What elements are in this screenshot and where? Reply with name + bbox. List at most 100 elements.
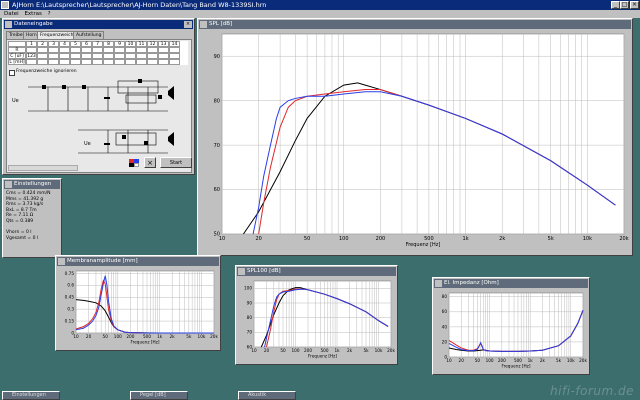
spl100-title: SPL100 [dB] — [237, 267, 396, 276]
maximize-button[interactable]: □ — [620, 1, 629, 9]
y-tick-label: 60 — [214, 187, 220, 193]
x-tick-label: 2k — [499, 236, 505, 242]
grid-cell[interactable] — [59, 59, 70, 65]
close-button[interactable]: × — [630, 1, 639, 9]
grid-cell[interactable] — [26, 59, 37, 65]
grid-cell[interactable] — [103, 59, 114, 65]
grid-cell[interactable] — [136, 59, 147, 65]
app-title: AJHorn E:\Lautsprecher\Lautsprecher\AJ-H… — [12, 1, 267, 9]
x-tick-label: 10k — [198, 334, 206, 339]
x-tick-label: 100 — [114, 334, 122, 339]
close-icon[interactable]: × — [184, 21, 192, 28]
minimized-title-1: Einstellungen — [3, 392, 59, 399]
x-tick-label: 20 — [264, 348, 270, 353]
x-tick-label: 20k — [619, 236, 628, 242]
spl-title-text: SPL [dB] — [209, 21, 233, 27]
excursion-title: Membranamplitude [mm] — [57, 257, 219, 266]
params-title: Einstellungen — [4, 180, 60, 189]
crossover-schematic: Ue Ue — [12, 79, 174, 154]
progress-bar — [8, 165, 78, 171]
watermark: hifi-forum.de — [550, 384, 634, 398]
x-tick-label: 10 — [219, 236, 225, 242]
menu-item-help[interactable]: ? — [48, 11, 51, 17]
x-tick-label: 50 — [475, 358, 481, 363]
grid-cell[interactable] — [169, 59, 180, 65]
x-tick-label: 50 — [304, 236, 310, 242]
y-tick-label: 0.45 — [65, 295, 75, 300]
minimized-window-2[interactable]: Pegel [dB] — [130, 391, 188, 400]
x-tick-label: 10 — [446, 358, 452, 363]
impedance-title: El. Impedanz [Ohm] — [434, 279, 588, 288]
x-tick-label: 5k — [186, 334, 192, 339]
y-tick-label: 20 — [442, 339, 448, 344]
clear-button[interactable]: × — [144, 157, 156, 168]
x-tick-label: 5k — [556, 358, 562, 363]
y-tick-label: 70 — [214, 143, 220, 149]
x-tick-label: 50 — [103, 334, 109, 339]
ue-label-top: Ue — [12, 98, 19, 104]
y-tick-label: 0.75 — [65, 271, 75, 276]
y-tick-label: 40 — [442, 324, 448, 329]
x-tick-label: 20 — [255, 236, 261, 242]
y-tick-label: 70 — [247, 330, 253, 335]
grid-cell[interactable] — [81, 59, 92, 65]
x-axis-label: Frequenz [Hz] — [308, 353, 337, 358]
start-button[interactable]: Start — [160, 157, 192, 168]
plot-area — [221, 33, 625, 235]
x-tick-label: 100 — [486, 358, 494, 363]
grid-cell[interactable] — [147, 59, 158, 65]
minimized-title-2: Pegel [dB] — [131, 392, 187, 399]
data-entry-window: Dateneingabe × Treiber Horn Frequenzweich… — [2, 18, 195, 175]
data-entry-title: Dateneingabe × — [4, 20, 193, 29]
tab-strip: Treiber Horn Frequenzweiche Aufstellung — [6, 31, 192, 39]
tab-aufstellung[interactable]: Aufstellung — [73, 31, 105, 39]
app-icon[interactable] — [1, 1, 9, 9]
grid-cell[interactable] — [158, 59, 169, 65]
y-tick-label: 0.3 — [67, 307, 74, 312]
menu-item-extras[interactable]: Extras — [24, 11, 41, 17]
minimized-window-1[interactable]: Einstellungen — [2, 391, 60, 400]
excursion-title-text: Membranamplitude [mm] — [67, 258, 138, 264]
x-tick-label: 20k — [210, 334, 218, 339]
grid-cell[interactable] — [125, 59, 136, 65]
impedance-chart: 02040608010 20 50 100 200 500 1k 2k 5k 10k 20kFreq… — [435, 289, 587, 373]
grid-cell[interactable] — [70, 59, 81, 65]
x-tick-label: 20 — [86, 334, 92, 339]
x-tick-label: 200 — [376, 236, 386, 242]
x-tick-label: 10 — [73, 334, 79, 339]
y-tick-label: 60 — [442, 309, 448, 314]
menu-item-datei[interactable]: Datei — [4, 11, 19, 17]
minimized-window-3[interactable]: Akustik — [238, 391, 296, 400]
crossover-grid: 1234567891011121314R [Ohm]C [uF]123L [mH… — [8, 41, 188, 65]
data-entry-title-text: Dateneingabe — [14, 21, 53, 27]
x-tick-label: 10k — [375, 348, 383, 353]
params-window: Einstellungen Cms = 0.424 mm/N Mms = 41.3… — [2, 178, 62, 258]
grid-cell[interactable] — [114, 59, 125, 65]
ue-label-bottom: Ue — [84, 141, 91, 147]
params-title-text: Einstellungen — [14, 181, 52, 187]
x-axis-label: Frequenz [Hz] — [502, 363, 531, 368]
y-tick-label: 90 — [214, 54, 220, 60]
x-tick-label: 2k — [540, 358, 546, 363]
x-tick-label: 20k — [579, 358, 587, 363]
spl-chart: 506070809010 20 50 100 200 500 1k 2k 5k 10k 20kFre… — [200, 30, 630, 254]
grid-row-header: L [mH] — [8, 59, 26, 65]
grid-cell[interactable] — [37, 59, 48, 65]
x-tick-label: 1k — [463, 236, 469, 242]
color-white-icon[interactable] — [134, 163, 139, 167]
impedance-window: El. Impedanz [Ohm] 0 20 40 60 80 10 20 50 100 200… — [432, 277, 590, 375]
x-tick-label: 100 — [339, 236, 349, 242]
x-tick-label: 2k — [347, 348, 353, 353]
minimized-title-3: Akustik — [239, 392, 295, 399]
excursion-window: Membranamplitude [mm] 0 0.15 0.3 0.45 0.6 0.7… — [55, 255, 221, 351]
y-tick-label: 80 — [247, 315, 253, 320]
spl100-chart: 6070809010010 20 50 100 200 500 1k 2k 5k 10k 20kFr… — [238, 277, 395, 363]
spl-window-title: SPL [dB] — [199, 20, 631, 29]
grid-cell[interactable] — [92, 59, 103, 65]
x-tick-label: 5k — [548, 236, 554, 242]
grid-cell[interactable] — [48, 59, 59, 65]
y-tick-label: 0.6 — [67, 283, 74, 288]
param-line: Vgesamt = 0 l — [6, 235, 39, 241]
ignore-crossover-label: Frequenzweiche ignorieren — [16, 69, 77, 74]
minimize-button[interactable]: _ — [611, 1, 620, 9]
